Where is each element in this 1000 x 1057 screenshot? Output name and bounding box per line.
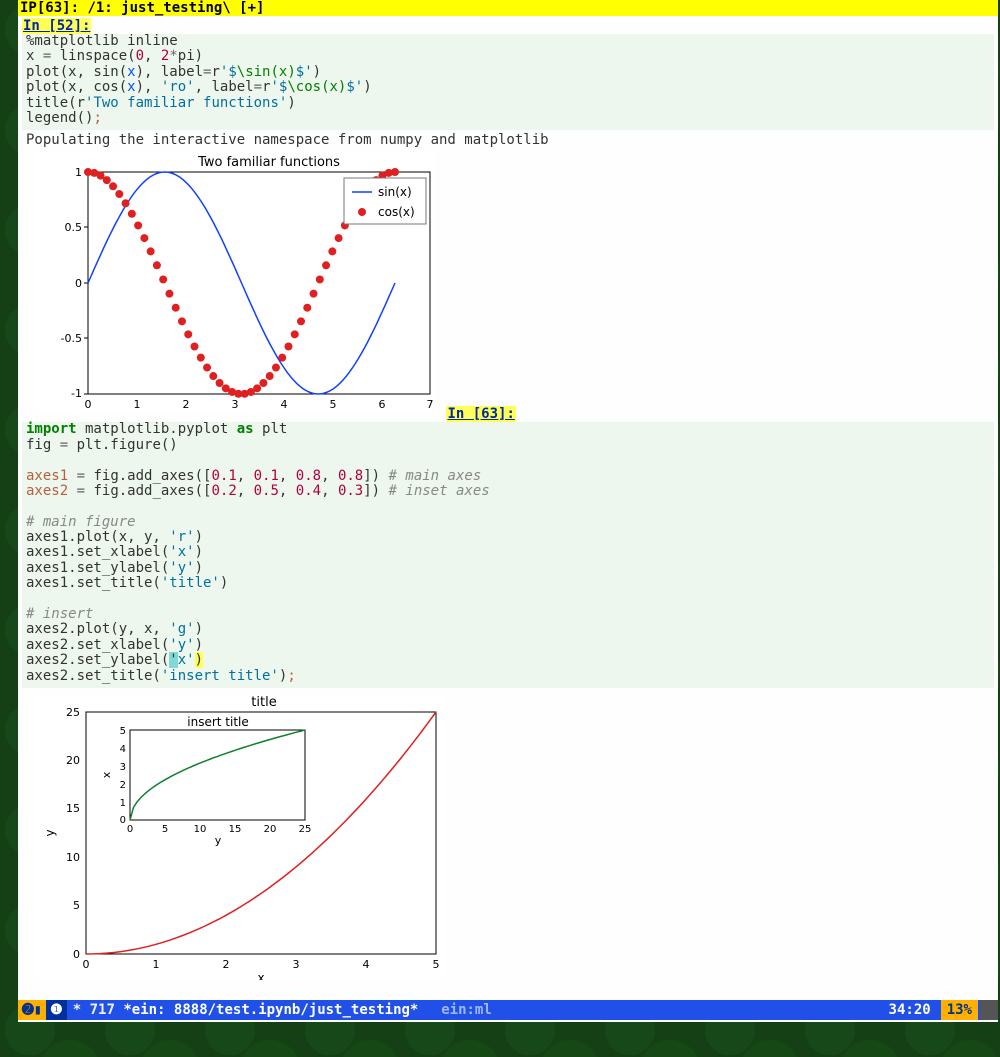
input-prompt-52: In [52]: <box>22 18 91 34</box>
svg-text:15: 15 <box>229 824 242 835</box>
svg-text:6: 6 <box>379 398 386 411</box>
svg-text:cos(x): cos(x) <box>378 205 415 219</box>
status-buffer-name: *ein: 8888/test.ipynb/just_testing* <box>123 1002 418 1018</box>
svg-text:3: 3 <box>232 398 239 411</box>
plot-two-familiar-functions: Two familiar functions 1 0.5 0 -0.5 -1 <box>34 152 434 412</box>
svg-text:0: 0 <box>75 277 82 290</box>
svg-text:3: 3 <box>120 762 126 773</box>
stdout-52: Populating the interactive namespace fro… <box>22 132 994 148</box>
svg-text:2: 2 <box>183 398 190 411</box>
svg-text:4: 4 <box>363 958 370 971</box>
status-cursor-pos: 34:20 <box>883 1002 937 1018</box>
svg-text:0: 0 <box>127 824 133 835</box>
code-cell-63[interactable]: import matplotlib.pyplot as plt fig = pl… <box>22 422 994 688</box>
plot2-title: title <box>251 695 276 710</box>
svg-text:7: 7 <box>427 398 434 411</box>
svg-text:2: 2 <box>120 780 126 791</box>
svg-text:1: 1 <box>134 398 141 411</box>
svg-text:20: 20 <box>264 824 277 835</box>
svg-text:-1: -1 <box>71 387 82 400</box>
svg-text:5: 5 <box>330 398 337 411</box>
svg-text:0: 0 <box>120 815 126 826</box>
svg-text:5: 5 <box>120 726 126 737</box>
svg-text:4: 4 <box>120 744 126 755</box>
titlebar-suffix: [+] <box>239 0 264 16</box>
editor-frame: IP[63]: /1: just_testing\ [+] In [52]: %… <box>18 0 998 1022</box>
svg-text:5: 5 <box>433 958 440 971</box>
status-tail <box>980 1000 998 1020</box>
svg-text:y: y <box>43 829 57 836</box>
status-indicator-1: ➋▮ <box>18 1000 46 1020</box>
svg-text:10: 10 <box>66 851 80 864</box>
svg-text:25: 25 <box>299 824 312 835</box>
plot-title-inset: title 25 20 15 10 5 0 0 1 2 3 4 <box>34 694 444 980</box>
plot1-title: Two familiar functions <box>197 155 340 170</box>
svg-text:x: x <box>100 771 113 778</box>
svg-text:y: y <box>215 834 222 847</box>
svg-text:0: 0 <box>73 948 80 961</box>
svg-text:3: 3 <box>293 958 300 971</box>
notebook-area[interactable]: In [52]: %matplotlib inline x = linspace… <box>18 16 998 1022</box>
svg-text:15: 15 <box>66 802 80 815</box>
plot1-legend: sin(x) cos(x) <box>344 178 426 224</box>
svg-text:insert title: insert title <box>187 715 249 729</box>
svg-text:5: 5 <box>73 899 80 912</box>
titlebar-path: /1: just_testing\ <box>87 0 239 16</box>
svg-text:5: 5 <box>162 824 168 835</box>
svg-text:1: 1 <box>120 798 126 809</box>
status-indicator-2: ❶ <box>46 1000 67 1020</box>
window-titlebar: IP[63]: /1: just_testing\ [+] <box>18 0 998 16</box>
status-line-no: 717 <box>90 1002 115 1018</box>
svg-text:10: 10 <box>194 824 207 835</box>
svg-text:sin(x): sin(x) <box>378 185 412 199</box>
svg-text:0: 0 <box>83 958 90 971</box>
svg-text:1: 1 <box>153 958 160 971</box>
svg-text:x: x <box>257 971 264 980</box>
svg-text:20: 20 <box>66 754 80 767</box>
svg-text:0.5: 0.5 <box>65 221 83 234</box>
svg-text:25: 25 <box>66 706 80 719</box>
status-star: * <box>73 1002 81 1018</box>
svg-text:1: 1 <box>75 166 82 179</box>
svg-text:2: 2 <box>223 958 230 971</box>
statusbar: ➋▮ ❶ * 717 *ein: 8888/test.ipynb/just_te… <box>18 1000 998 1020</box>
code-cell-52[interactable]: %matplotlib inline x = linspace(0, 2*pi)… <box>22 34 994 130</box>
svg-text:4: 4 <box>281 398 288 411</box>
svg-text:0: 0 <box>85 398 92 411</box>
titlebar-prefix: IP[63]: <box>20 0 87 16</box>
svg-text:-0.5: -0.5 <box>61 332 82 345</box>
status-mode: ein:ml <box>424 1002 491 1018</box>
status-percent: 13% <box>941 1000 978 1020</box>
input-prompt-63: In [63]: <box>446 406 515 422</box>
